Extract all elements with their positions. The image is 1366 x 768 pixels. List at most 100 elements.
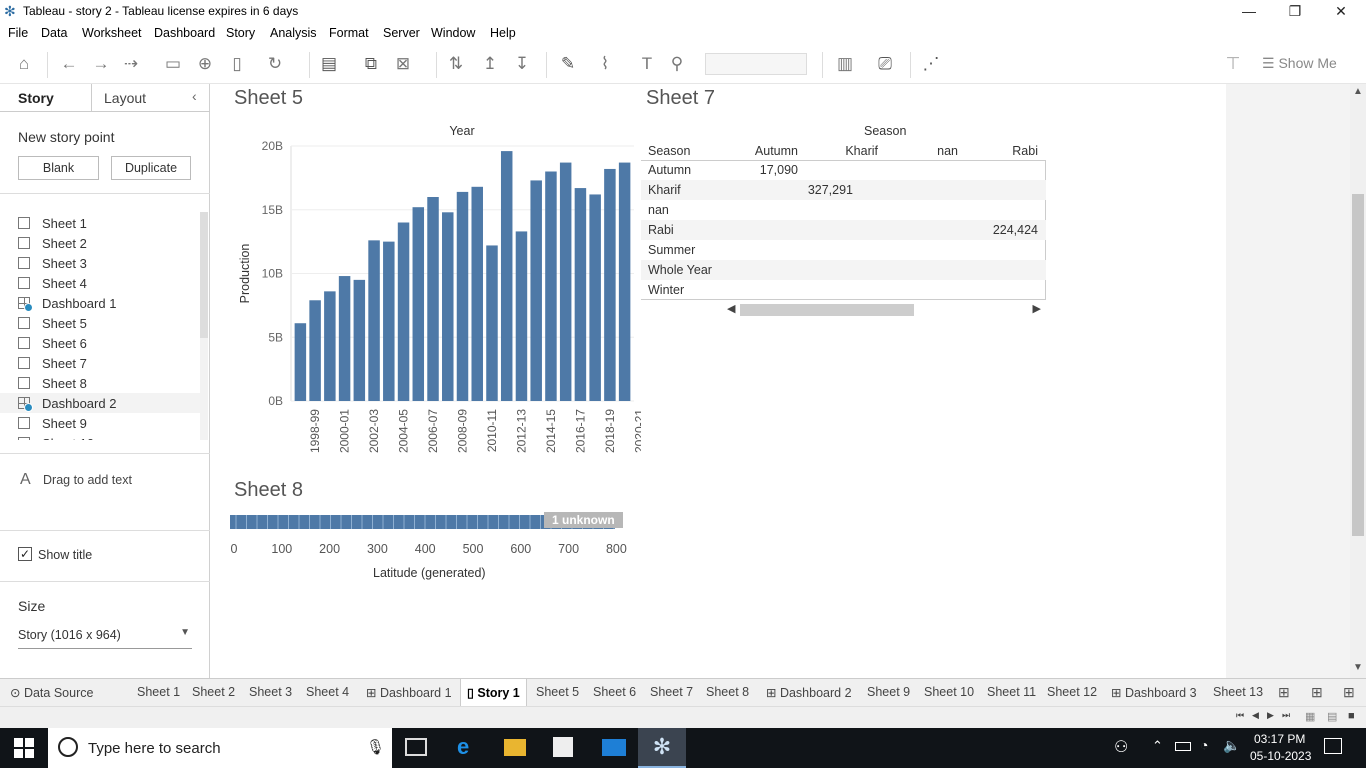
story-sheet-item[interactable]: Sheet 2 (18, 233, 87, 253)
sort-descending-icon[interactable]: ↧ (511, 53, 533, 75)
menu-analysis[interactable]: Analysis (270, 26, 317, 40)
bottom-tab[interactable]: Sheet 9 (867, 685, 910, 699)
menu-help[interactable]: Help (490, 26, 516, 40)
bottom-tab[interactable]: ⊞ Dashboard 3 (1111, 685, 1197, 700)
bottom-tab[interactable]: Sheet 7 (650, 685, 693, 699)
bottom-tab[interactable]: Sheet 2 (192, 685, 235, 699)
story-sheet-item[interactable]: Sheet 7 (18, 353, 87, 373)
story-sheet-item[interactable]: Sheet 5 (18, 313, 87, 333)
attach-icon[interactable]: ⌇ (594, 53, 616, 75)
tab-layout[interactable]: Layout (104, 90, 146, 106)
wifi-icon[interactable]: ◔ (1200, 737, 1208, 753)
fit-dropdown[interactable] (705, 53, 807, 75)
sorter-view-icon[interactable]: ▦ (1305, 710, 1315, 723)
edge-icon[interactable]: e (457, 734, 469, 760)
share-icon[interactable]: ⋰ (920, 53, 942, 75)
story-sheet-item[interactable]: Sheet 10 (18, 433, 94, 440)
duplicate-sheet-icon[interactable]: ⧉ (360, 53, 382, 75)
pin-icon[interactable]: ⚲ (666, 53, 688, 75)
clear-sheet-icon[interactable]: ⊠ (392, 53, 414, 75)
undo-icon[interactable]: ← (58, 53, 80, 75)
battery-icon[interactable] (1175, 742, 1191, 751)
label-icon[interactable]: T (636, 53, 658, 75)
clock-date[interactable]: 05-10-2023 (1250, 749, 1311, 763)
scroll-thumb[interactable] (1352, 194, 1364, 536)
home-icon[interactable]: ⌂ (13, 53, 35, 75)
story-sheet-item[interactable]: Dashboard 1 (18, 293, 116, 313)
menu-dashboard[interactable]: Dashboard (154, 26, 215, 40)
sheet-list-scrollbar[interactable] (200, 212, 208, 440)
new-worksheet-icon[interactable]: ▤ (318, 53, 340, 75)
tab-story[interactable]: Story (0, 84, 92, 112)
pause-updates-icon[interactable]: ▯ (226, 53, 248, 75)
minimize-button[interactable]: — (1226, 0, 1272, 23)
menu-worksheet[interactable]: Worksheet (82, 26, 142, 40)
bottom-tab[interactable]: Sheet 10 (924, 685, 974, 699)
windows-start-icon[interactable] (14, 738, 34, 758)
redo-icon[interactable]: → (90, 53, 112, 75)
drag-to-add-text[interactable]: Drag to add text (43, 473, 132, 487)
refresh-icon[interactable]: ↻ (264, 53, 286, 75)
volume-icon[interactable]: 🔈 (1223, 737, 1240, 754)
collapse-pane-icon[interactable]: ‹ (192, 88, 197, 104)
new-data-source-icon[interactable]: ⊕ (194, 53, 216, 75)
tray-chevron-icon[interactable]: ⌃ (1152, 738, 1163, 754)
file-explorer-icon[interactable] (504, 739, 526, 756)
scroll-right-icon[interactable]: ▶ (1033, 302, 1041, 315)
story-sheet-item[interactable]: Sheet 1 (18, 213, 87, 233)
bottom-tab[interactable]: Sheet 11 (987, 685, 1036, 699)
scroll-down-icon[interactable]: ▼ (1353, 662, 1363, 673)
new-story-tab-icon[interactable]: ⊞ (1343, 684, 1355, 701)
bottom-tab[interactable]: Sheet 8 (706, 685, 749, 699)
bottom-tab[interactable]: Sheet 1 (137, 685, 180, 699)
presentation-icon[interactable]: ⎚ (874, 53, 896, 75)
scroll-left-icon[interactable]: ◀ (727, 302, 735, 315)
story-sheet-item[interactable]: Sheet 3 (18, 253, 87, 273)
canvas-vscroll[interactable]: ▲ ▼ (1350, 84, 1366, 678)
new-dashboard-tab-icon[interactable]: ⊞ (1311, 684, 1323, 701)
menu-format[interactable]: Format (329, 26, 369, 40)
show-cards-icon[interactable]: ▥ (834, 53, 856, 75)
story-sheet-item[interactable]: Sheet 8 (18, 373, 87, 393)
unknown-badge[interactable]: 1 unknown (544, 512, 623, 528)
menu-window[interactable]: Window (431, 26, 475, 40)
restore-button[interactable]: ❐ (1272, 0, 1318, 23)
bottom-tab[interactable]: ⊞ Dashboard 1 (366, 685, 452, 700)
clock-time[interactable]: 03:17 PM (1254, 732, 1305, 746)
taskbar-search[interactable]: Type here to search 🎙 (48, 728, 392, 768)
show-title-checkbox[interactable]: ✓ (18, 547, 32, 561)
blank-button[interactable]: Blank (18, 156, 99, 180)
bottom-tab[interactable]: Sheet 13 (1213, 685, 1263, 699)
tab-nav-next-icon[interactable]: ▶ (1267, 710, 1274, 721)
notification-icon[interactable] (1324, 738, 1342, 754)
menu-file[interactable]: File (8, 26, 28, 40)
size-dropdown[interactable]: Story (1016 x 964) ▼ (18, 627, 192, 649)
new-worksheet-tab-icon[interactable]: ⊞ (1278, 684, 1290, 701)
story-sheet-item[interactable]: Sheet 9 (18, 413, 87, 433)
format-painter-icon[interactable]: ⊤ (1222, 53, 1244, 75)
store-icon[interactable] (553, 737, 573, 757)
show-me-button[interactable]: ☰ Show Me (1262, 55, 1337, 72)
bottom-tab[interactable]: Sheet 3 (249, 685, 292, 699)
duplicate-button[interactable]: Duplicate (111, 156, 191, 180)
replay-icon[interactable]: ⇢ (120, 53, 142, 75)
sort-ascending-icon[interactable]: ↥ (479, 53, 501, 75)
menu-server[interactable]: Server (383, 26, 420, 40)
menu-story[interactable]: Story (226, 26, 255, 40)
bottom-tab[interactable]: ⊞ Dashboard 2 (766, 685, 852, 700)
save-icon[interactable]: ▭ (162, 53, 184, 75)
bottom-tab[interactable]: Sheet 4 (306, 685, 349, 699)
bottom-tab[interactable]: ▯ Story 1 (460, 679, 527, 706)
task-view-icon[interactable] (405, 738, 427, 756)
bottom-tab[interactable]: Sheet 6 (593, 685, 636, 699)
highlight-icon[interactable]: ✎ (557, 53, 579, 75)
menu-data[interactable]: Data (41, 26, 67, 40)
close-button[interactable]: ✕ (1318, 0, 1364, 23)
film-view-icon[interactable]: ▤ (1327, 710, 1337, 723)
bottom-tab[interactable]: Sheet 5 (536, 685, 579, 699)
scroll-up-icon[interactable]: ▲ (1353, 86, 1363, 97)
story-sheet-item[interactable]: Dashboard 2 (0, 393, 200, 413)
crosstab-hscroll[interactable]: ◀ ▶ (723, 302, 1045, 318)
mail-icon[interactable] (602, 739, 626, 756)
tableau-taskbar-icon[interactable]: ✻ (638, 728, 686, 768)
